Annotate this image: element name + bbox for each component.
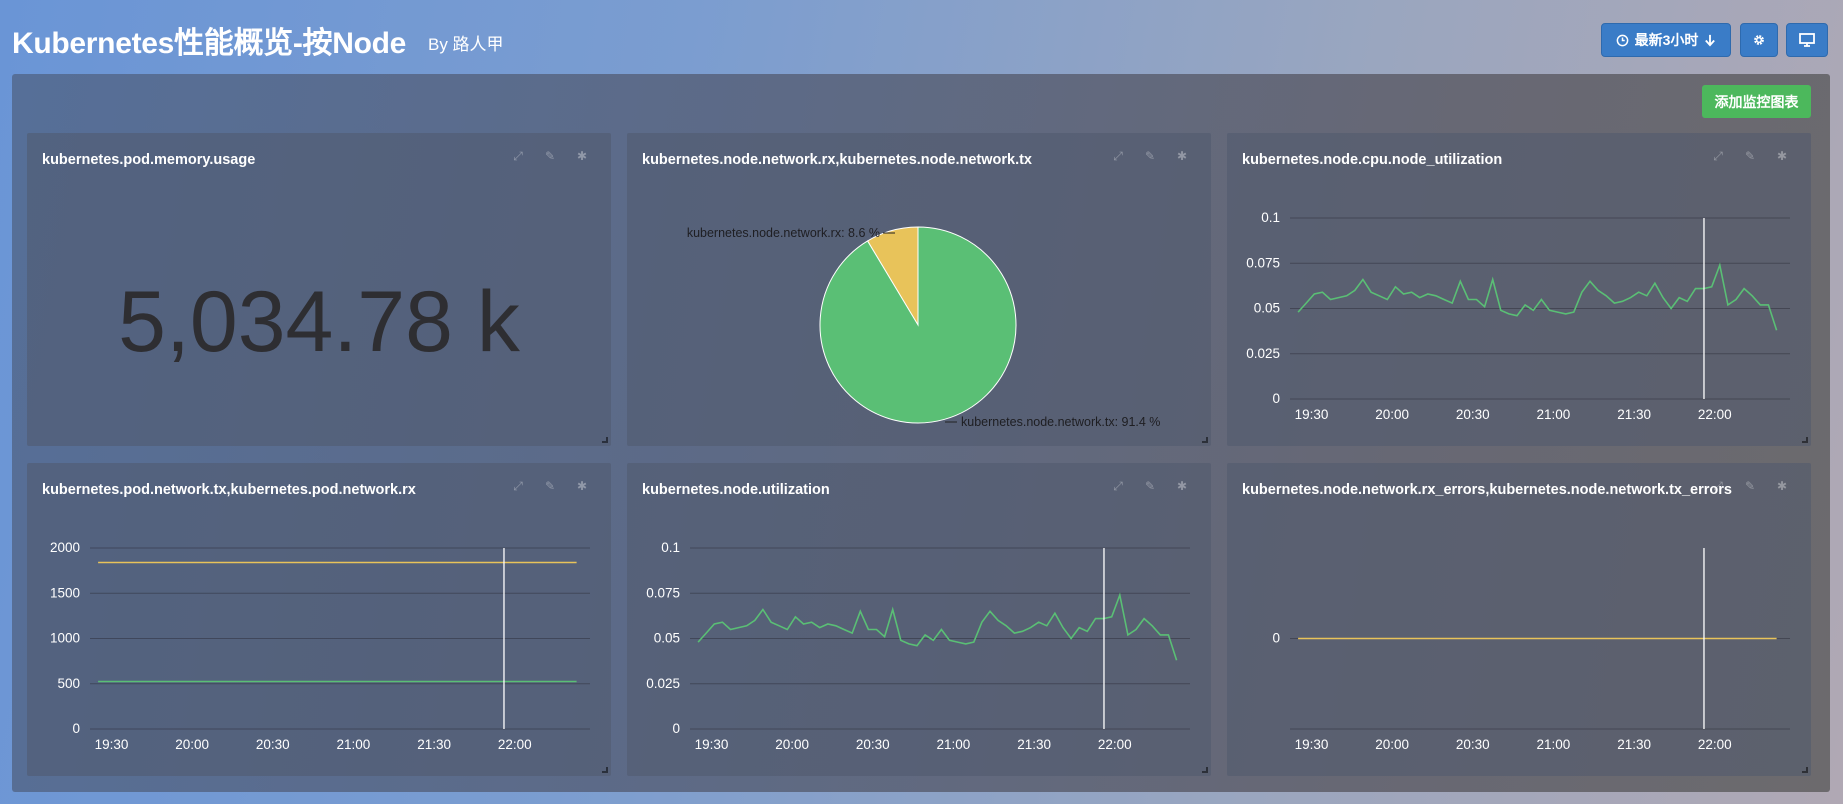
x-tick-label: 21:00 bbox=[1537, 737, 1571, 752]
x-tick-label: 19:30 bbox=[695, 737, 729, 752]
arrow-down-icon bbox=[1705, 34, 1716, 47]
settings-button[interactable] bbox=[1740, 23, 1778, 57]
y-tick-label: 0 bbox=[1272, 391, 1280, 406]
resize-handle[interactable] bbox=[602, 767, 608, 773]
x-tick-label: 21:30 bbox=[1617, 737, 1651, 752]
y-tick-label: 1500 bbox=[50, 585, 80, 600]
edit-icon[interactable]: ✎ bbox=[543, 149, 557, 163]
resize-handle[interactable] bbox=[1202, 437, 1208, 443]
line-chart: 0 19:30 20:00 20:30 21:00 21:30 22:00 bbox=[1272, 548, 1790, 752]
x-tick-label: 19:30 bbox=[1295, 737, 1329, 752]
line-chart: 0 0.025 0.05 0.075 0.1 19:30 20:00 20:30 21:00 21… bbox=[1246, 210, 1790, 422]
y-tick-label: 0.1 bbox=[661, 540, 680, 555]
x-tick-label: 20:30 bbox=[1456, 737, 1490, 752]
expand-icon[interactable]: ⤢ bbox=[511, 149, 525, 163]
resize-handle[interactable] bbox=[1202, 767, 1208, 773]
x-tick-label: 20:30 bbox=[1456, 407, 1490, 422]
y-tick-label: 0.075 bbox=[646, 585, 680, 600]
y-tick-label: 0.025 bbox=[646, 676, 680, 691]
pie-label-rx: kubernetes.node.network.rx: 8.6 % bbox=[687, 226, 880, 240]
time-range-label: 最新3小时 bbox=[1634, 32, 1699, 48]
series-line bbox=[697, 592, 1178, 661]
panel-node-utilization: kubernetes.node.utilization ⤢ ✎ ✱ 0 0.025… bbox=[627, 463, 1211, 776]
x-tick-label: 21:30 bbox=[1017, 737, 1051, 752]
panel-pod-memory-usage: kubernetes.pod.memory.usage ⤢ ✎ ✱ 5,034.… bbox=[27, 133, 611, 446]
time-range-button[interactable]: 最新3小时 bbox=[1601, 23, 1731, 57]
panel-node-network-pie: kubernetes.node.network.rx,kubernetes.no… bbox=[627, 133, 1211, 446]
y-tick-label: 0.1 bbox=[1261, 210, 1280, 225]
y-tick-label: 0 bbox=[672, 721, 680, 736]
y-tick-label: 0 bbox=[1272, 631, 1280, 646]
x-tick-label: 21:30 bbox=[417, 737, 451, 752]
pie-slice bbox=[819, 226, 1017, 424]
y-tick-label: 2000 bbox=[50, 540, 80, 555]
resize-handle[interactable] bbox=[1802, 437, 1808, 443]
x-tick-label: 20:00 bbox=[1375, 407, 1409, 422]
panel-title: kubernetes.pod.memory.usage bbox=[42, 152, 256, 168]
gear-icon[interactable]: ✱ bbox=[575, 149, 589, 163]
header: Kubernetes性能概览-按Node By 路人甲 最新3小时 bbox=[0, 0, 1843, 74]
x-tick-label: 20:00 bbox=[1375, 737, 1409, 752]
page-title: Kubernetes性能概览-按Node bbox=[12, 27, 407, 60]
display-mode-button[interactable] bbox=[1786, 23, 1828, 57]
x-tick-label: 22:00 bbox=[1698, 407, 1732, 422]
pie-label-tx: kubernetes.node.network.tx: 91.4 % bbox=[961, 415, 1160, 429]
x-tick-label: 20:30 bbox=[256, 737, 290, 752]
x-tick-label: 21:00 bbox=[337, 737, 371, 752]
x-tick-label: 20:00 bbox=[775, 737, 809, 752]
pie-chart: kubernetes.node.network.rx: 8.6 % kuberne… bbox=[687, 226, 1161, 429]
panel-pod-network: kubernetes.pod.network.tx,kubernetes.pod… bbox=[27, 463, 611, 776]
line-chart: 0 0.025 0.05 0.075 0.1 19:30 20:00 20:30 21:00 21… bbox=[646, 540, 1190, 752]
panel-node-network-errors: kubernetes.node.network.rx_errors,kubern… bbox=[1227, 463, 1811, 776]
panel-node-cpu-utilization: kubernetes.node.cpu.node_utilization ⤢ ✎… bbox=[1227, 133, 1811, 446]
y-tick-label: 0.05 bbox=[654, 631, 680, 646]
x-tick-label: 20:00 bbox=[175, 737, 209, 752]
x-tick-label: 22:00 bbox=[1098, 737, 1132, 752]
series-line bbox=[1297, 262, 1778, 331]
y-tick-label: 0.05 bbox=[1254, 301, 1280, 316]
x-tick-label: 22:00 bbox=[498, 737, 532, 752]
x-tick-label: 20:30 bbox=[856, 737, 890, 752]
add-chart-button[interactable]: 添加监控图表 bbox=[1702, 85, 1811, 118]
resize-handle[interactable] bbox=[602, 437, 608, 443]
x-tick-label: 19:30 bbox=[1295, 407, 1329, 422]
y-tick-label: 500 bbox=[57, 676, 80, 691]
y-tick-label: 0.075 bbox=[1246, 255, 1280, 270]
clock-icon bbox=[1616, 34, 1628, 46]
resize-handle[interactable] bbox=[1802, 767, 1808, 773]
x-tick-label: 21:30 bbox=[1617, 407, 1651, 422]
author-byline: By 路人甲 bbox=[428, 35, 504, 54]
stat-value: 5,034.78 k bbox=[118, 274, 520, 370]
gear-icon bbox=[1754, 35, 1764, 45]
y-tick-label: 0 bbox=[72, 721, 80, 736]
x-tick-label: 19:30 bbox=[95, 737, 129, 752]
y-tick-label: 0.025 bbox=[1246, 346, 1280, 361]
x-tick-label: 21:00 bbox=[1537, 407, 1571, 422]
line-chart: 0 500 1000 1500 2000 19:30 20:00 20:30 21:00 21:3… bbox=[50, 540, 590, 752]
x-tick-label: 22:00 bbox=[1698, 737, 1732, 752]
x-tick-label: 21:00 bbox=[937, 737, 971, 752]
y-tick-label: 1000 bbox=[50, 631, 80, 646]
monitor-icon bbox=[1799, 33, 1815, 47]
